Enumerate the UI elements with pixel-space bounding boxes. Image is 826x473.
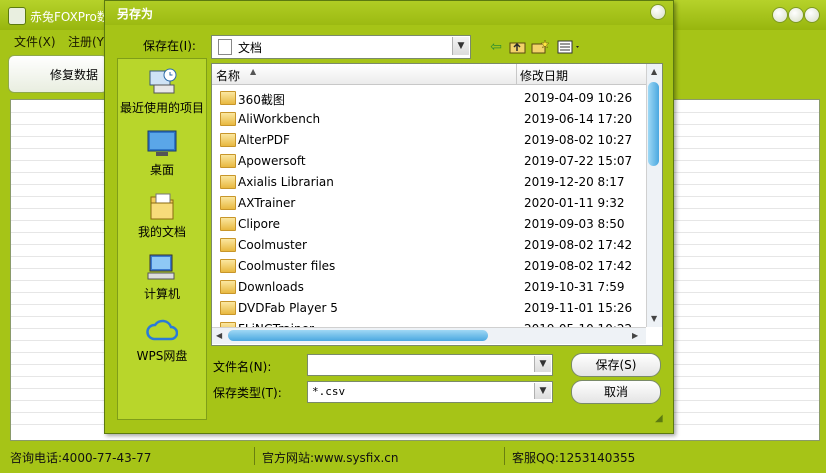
filename-input[interactable]: ▼: [307, 354, 553, 376]
folder-icon: [220, 217, 236, 231]
save-in-value: 文档: [238, 41, 263, 55]
folder-icon: [220, 175, 236, 189]
scroll-left-icon[interactable]: ◀: [216, 331, 222, 340]
my-documents-icon: [146, 191, 178, 221]
new-folder-icon[interactable]: [531, 39, 550, 55]
filetype-label: 保存类型(T):: [213, 386, 282, 400]
save-as-dialog: 另存为 保存在(I): 文档 ▼ ⇦ 最近使用的项目 桌面 我的文档 计算机 W…: [104, 0, 674, 434]
save-in-label: 保存在(I):: [143, 39, 196, 53]
file-row[interactable]: Coolmuster 2019-08-02 17:42: [212, 234, 646, 255]
desktop-icon: [146, 129, 178, 159]
file-row[interactable]: AliWorkbench 2019-06-14 17:20: [212, 108, 646, 129]
close-icon[interactable]: [804, 7, 820, 23]
scroll-right-icon[interactable]: ▶: [632, 331, 638, 340]
wps-cloud-icon: [146, 315, 179, 345]
cancel-button[interactable]: 取消: [571, 380, 661, 404]
file-row[interactable]: DVDFab Player 5 2019-11-01 15:26: [212, 297, 646, 318]
file-list-header: [212, 64, 662, 85]
up-folder-icon[interactable]: [509, 39, 527, 55]
computer-icon: [146, 253, 178, 283]
repair-data-label: 修复数据: [50, 68, 99, 82]
chevron-down-icon[interactable]: ▼: [534, 356, 551, 372]
place-recent[interactable]: 最近使用的项目: [118, 67, 206, 116]
scroll-up-icon[interactable]: ▲: [651, 67, 657, 76]
status-qq: 客服QQ:1253140355: [512, 451, 636, 465]
folder-icon: [220, 280, 236, 294]
folder-icon: [220, 154, 236, 168]
file-list[interactable]: 名称 ▲ 修改日期 360截图 2019-04-09 10:26 AliWorkb…: [211, 63, 663, 346]
document-icon: [218, 39, 232, 55]
app-icon: [8, 7, 26, 25]
folder-icon: [220, 91, 236, 105]
sort-ascending-icon: ▲: [250, 67, 257, 76]
dialog-title-bar: [105, 1, 673, 25]
column-divider[interactable]: [516, 64, 517, 84]
back-icon[interactable]: ⇦: [487, 39, 505, 55]
recent-items-icon: [146, 67, 178, 97]
folder-icon: [220, 112, 236, 126]
folder-icon: [220, 238, 236, 252]
column-modified-header[interactable]: 修改日期: [520, 67, 568, 84]
place-wps-cloud[interactable]: WPS网盘: [118, 315, 206, 364]
horizontal-scroll-thumb[interactable]: [228, 330, 488, 341]
file-row[interactable]: Coolmuster files 2019-08-02 17:42: [212, 255, 646, 276]
file-row[interactable]: Axialis Librarian 2019-12-20 8:17: [212, 171, 646, 192]
folder-icon: [220, 301, 236, 315]
place-my-documents[interactable]: 我的文档: [118, 191, 206, 240]
scroll-down-icon[interactable]: ▼: [651, 314, 657, 323]
dialog-close-icon[interactable]: [650, 4, 666, 20]
chevron-down-icon[interactable]: ▼: [452, 37, 469, 55]
file-row[interactable]: Apowersoft 2019-07-22 15:07: [212, 150, 646, 171]
folder-icon: [220, 133, 236, 147]
file-row[interactable]: Clipore 2019-09-03 8:50: [212, 213, 646, 234]
status-phone: 咨询电话:4000-77-43-77: [10, 451, 152, 465]
save-button[interactable]: 保存(S): [571, 353, 661, 377]
view-menu-icon[interactable]: [557, 39, 583, 55]
column-name-header[interactable]: 名称: [216, 67, 240, 84]
file-row[interactable]: Downloads 2019-10-31 7:59: [212, 276, 646, 297]
filename-label: 文件名(N):: [213, 360, 272, 374]
file-row[interactable]: 360截图 2019-04-09 10:26: [212, 87, 646, 108]
status-divider: [254, 447, 255, 465]
status-divider: [504, 447, 505, 465]
menu-file[interactable]: 文件(X): [14, 33, 56, 50]
app-title: 赤兔FOXPro数: [30, 10, 106, 24]
folder-icon: [220, 259, 236, 273]
file-row[interactable]: AlterPDF 2019-08-02 10:27: [212, 129, 646, 150]
file-row[interactable]: AXTrainer 2020-01-11 9:32: [212, 192, 646, 213]
filetype-value: *.csv: [312, 385, 346, 398]
minimize-icon[interactable]: [772, 7, 788, 23]
vertical-scroll-thumb[interactable]: [648, 82, 659, 166]
places-bar: 最近使用的项目 桌面 我的文档 计算机 WPS网盘: [117, 58, 207, 420]
place-computer[interactable]: 计算机: [118, 253, 206, 302]
save-in-dropdown[interactable]: 文档 ▼: [211, 35, 471, 59]
filetype-dropdown[interactable]: *.csv ▼: [307, 381, 553, 403]
status-website: 官方网站:www.sysfix.cn: [262, 451, 399, 465]
folder-icon: [220, 196, 236, 210]
maximize-icon[interactable]: [788, 7, 804, 23]
chevron-down-icon[interactable]: ▼: [534, 383, 551, 399]
dialog-title: 另存为: [117, 7, 154, 21]
menu-register[interactable]: 注册(Y: [68, 33, 106, 50]
place-desktop[interactable]: 桌面: [118, 129, 206, 178]
resize-grip-icon[interactable]: ◢: [655, 413, 667, 425]
